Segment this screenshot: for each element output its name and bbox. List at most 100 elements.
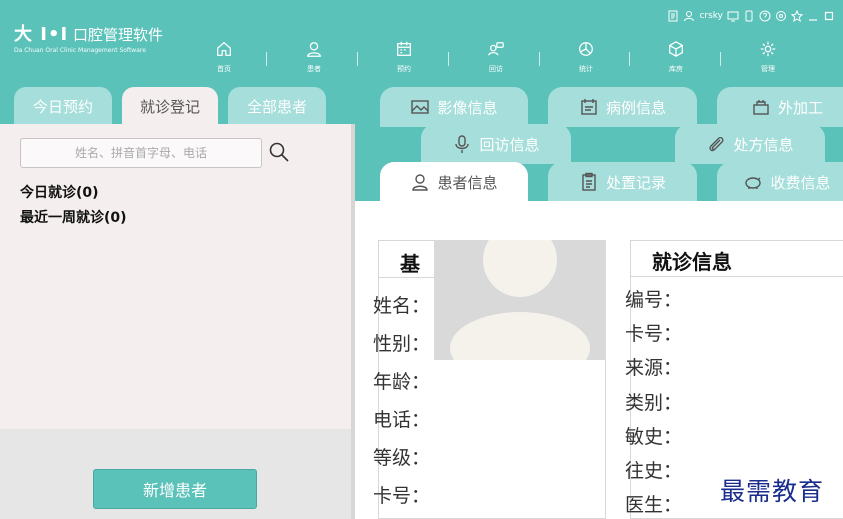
app-name: 大 I•I 口腔管理软件 (14, 24, 163, 45)
field-level: 等级： (373, 447, 431, 469)
paperclip-icon (709, 136, 725, 152)
nav-statistics-label: 统计 (579, 65, 593, 73)
status-area: crsky (667, 8, 835, 24)
search-icon (269, 142, 289, 162)
maximize-button[interactable] (823, 10, 835, 22)
tab-prescription[interactable]: 处方信息 (675, 124, 825, 164)
nav-followup-label: 回访 (489, 65, 503, 73)
field-age: 年龄： (373, 371, 431, 393)
gear-icon (760, 41, 776, 57)
nav-warehouse-label: 库房 (669, 65, 683, 73)
nav-separator (539, 52, 540, 66)
basic-info-rule (378, 277, 438, 278)
nav-warehouse[interactable]: 库房 (646, 40, 706, 74)
field-category: 类别： (625, 392, 683, 414)
username: crsky (699, 11, 723, 21)
minimize-button[interactable] (807, 10, 819, 22)
tab-patient-info[interactable]: 患者信息 (380, 162, 528, 202)
field-allergy-history: 敏史： (625, 426, 683, 448)
field-visit-number: 编号： (625, 289, 683, 311)
tab-visit-registration[interactable]: 就诊登记 (122, 87, 218, 125)
tab-prescription-label: 处方信息 (733, 135, 794, 154)
microphone-icon (455, 135, 470, 153)
basic-info-title: 基 (400, 252, 420, 276)
tab-external-processing[interactable]: 外加工 (717, 87, 843, 127)
nav-separator (357, 52, 358, 66)
clipboard-icon (582, 172, 596, 191)
minimize-icon (809, 19, 817, 21)
nav-home-label: 首页 (217, 65, 231, 73)
today-visits[interactable]: 今日就诊(0) (20, 182, 99, 202)
nav-separator (720, 52, 721, 66)
help-icon[interactable] (759, 10, 771, 22)
notes-icon[interactable] (667, 10, 679, 22)
field-name: 姓名： (373, 295, 431, 317)
tab-case-label: 病例信息 (605, 98, 666, 117)
visit-info-rule (630, 276, 843, 277)
star-icon[interactable] (791, 10, 803, 22)
nav-separator (629, 52, 630, 66)
left-panel (0, 124, 353, 429)
avatar-placeholder-icon (434, 240, 606, 360)
field-visit-card: 卡号： (625, 323, 683, 345)
tab-today-appointments[interactable]: 今日预约 (14, 87, 112, 125)
week-visits[interactable]: 最近一周就诊(0) (20, 207, 127, 227)
nav-patient-label: 患者 (307, 65, 321, 73)
calendar-icon (397, 41, 411, 56)
nav-patient[interactable]: 患者 (284, 40, 344, 74)
app-logo: 大 I•I (14, 24, 69, 45)
tab-followup[interactable]: 回访信息 (421, 124, 571, 164)
nav-followup[interactable]: 回访 (466, 40, 526, 74)
tab-external-processing-label: 外加工 (777, 98, 823, 117)
nav-management-label: 管理 (761, 65, 775, 73)
field-gender: 性别： (373, 333, 431, 355)
nav-appointment[interactable]: 预约 (374, 40, 434, 74)
tab-treatment-record-label: 处置记录 (605, 173, 666, 192)
nav-separator (266, 52, 267, 66)
watermark: 最需教育 (720, 477, 825, 506)
field-phone: 电话： (373, 409, 431, 431)
search-input[interactable] (20, 138, 262, 168)
tab-imaging[interactable]: 影像信息 (380, 87, 528, 127)
tab-all-patients[interactable]: 全部患者 (228, 87, 326, 125)
tab-treatment-record[interactable]: 处置记录 (548, 162, 697, 202)
tab-billing-label: 收费信息 (770, 173, 831, 192)
app-name-en: Da Chuan Oral Clinic Management Software (14, 47, 146, 54)
monitor-icon[interactable] (727, 10, 739, 22)
piggy-bank-icon (745, 177, 762, 189)
phone-icon[interactable] (743, 10, 755, 22)
user-icon (307, 42, 321, 57)
add-patient-button[interactable]: 新增患者 (93, 469, 257, 509)
lab-icon (753, 100, 769, 115)
nav-statistics[interactable]: 统计 (556, 40, 616, 74)
field-card-number: 卡号： (373, 485, 431, 507)
user-icon (684, 11, 695, 22)
visit-info-title: 就诊信息 (652, 250, 732, 274)
followup-icon (488, 42, 504, 56)
nav-home[interactable]: 首页 (194, 40, 254, 74)
top-header: 大 I•I 口腔管理软件 Da Chuan Oral Clinic Manage… (0, 0, 843, 84)
maximize-icon (824, 11, 834, 21)
tab-case[interactable]: 病例信息 (548, 87, 697, 127)
tab-imaging-label: 影像信息 (437, 98, 498, 117)
field-doctor: 医生： (625, 494, 683, 516)
home-icon (217, 41, 231, 56)
app-name-text: 口腔管理软件 (72, 26, 163, 44)
skin-icon[interactable] (775, 10, 787, 22)
nav-management[interactable]: 管理 (738, 40, 798, 74)
field-medical-history: 往史： (625, 460, 683, 482)
chart-icon (579, 42, 593, 56)
tab-billing[interactable]: 收费信息 (717, 162, 843, 202)
nav-separator (448, 52, 449, 66)
tab-patient-info-label: 患者信息 (437, 173, 498, 192)
search-button[interactable] (268, 141, 292, 165)
patient-avatar[interactable] (434, 240, 606, 360)
tab-followup-label: 回访信息 (479, 135, 540, 154)
app-brand: 大 I•I 口腔管理软件 Da Chuan Oral Clinic Manage… (14, 26, 163, 56)
user-icon (412, 174, 429, 191)
box-icon (669, 41, 683, 57)
field-source: 来源： (625, 357, 683, 379)
nav-appointment-label: 预约 (397, 65, 411, 73)
image-icon (411, 100, 430, 114)
case-record-icon (581, 99, 597, 115)
